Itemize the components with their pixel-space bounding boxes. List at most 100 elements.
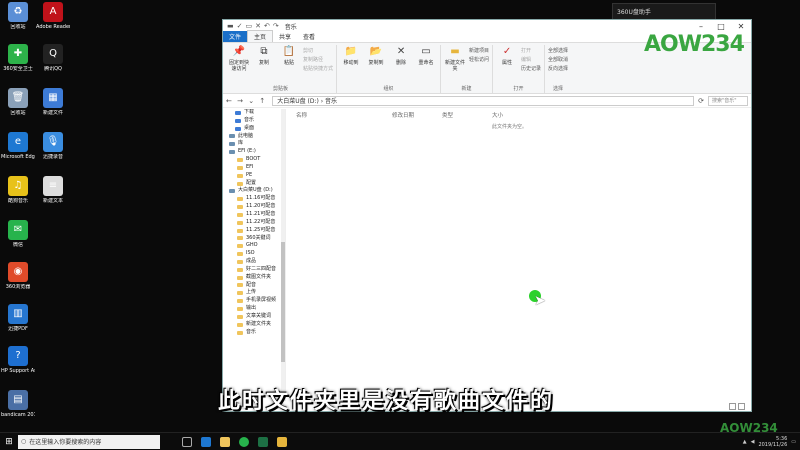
- tree-item[interactable]: 成品: [223, 258, 285, 266]
- desktop-icon[interactable]: ♫ 酷狗音乐: [1, 176, 35, 204]
- column-modified[interactable]: 修改日期: [392, 111, 442, 119]
- copy-button[interactable]: ⧉ 复制: [253, 45, 275, 85]
- desktop-icon[interactable]: ◉ 360浏览器: [1, 262, 35, 290]
- desktop-icon[interactable]: 🎙 迅捷录音: [36, 132, 70, 160]
- open-button[interactable]: 打开: [521, 47, 541, 54]
- task-view-icon[interactable]: [182, 436, 192, 447]
- paste-shortcut-button[interactable]: 粘贴快捷方式: [303, 65, 333, 72]
- new-folder-button[interactable]: ▬ 新建文件夹: [444, 45, 466, 85]
- tree-item[interactable]: 手机录屏视频: [223, 297, 285, 305]
- desktop-icon[interactable]: A Adobe Reader XI: [36, 2, 70, 30]
- address-input[interactable]: 大白菜U盘 (D:) › 音乐: [272, 95, 695, 106]
- desktop-icon[interactable]: ✉ 微信: [1, 220, 35, 248]
- close-x-icon[interactable]: ✕: [255, 22, 261, 30]
- excel-icon[interactable]: [258, 436, 268, 447]
- file-explorer-taskbar-icon[interactable]: [220, 436, 230, 447]
- notification-icon[interactable]: ▭: [791, 439, 796, 445]
- large-icons-view-icon[interactable]: [738, 403, 745, 410]
- redo-icon[interactable]: ↷: [273, 22, 279, 30]
- tree-item[interactable]: 11.16可配音: [223, 195, 285, 203]
- paste-button[interactable]: 📋 粘贴: [278, 45, 300, 85]
- new-item-button[interactable]: 新建项目: [469, 47, 489, 54]
- desktop-icon[interactable]: ▥ 迅捷PDF: [1, 304, 35, 332]
- invert-selection-button[interactable]: 反向选择: [548, 65, 568, 72]
- select-none-button[interactable]: 全部取消: [548, 56, 568, 63]
- folder-taskbar-icon[interactable]: [277, 436, 287, 447]
- desktop-icon[interactable]: Q 腾讯QQ: [36, 44, 70, 72]
- tab-share[interactable]: 共享: [273, 31, 297, 42]
- tree-item[interactable]: EFI (E:): [223, 148, 285, 156]
- tree-item[interactable]: 桌面: [223, 125, 285, 133]
- tree-item[interactable]: 音乐: [223, 117, 285, 125]
- close-icon[interactable]: ✕: [731, 22, 751, 31]
- copy-path-button[interactable]: 复制路径: [303, 56, 333, 63]
- clock[interactable]: 5:36 2019/11/26: [758, 436, 787, 448]
- refresh-icon[interactable]: ⟳: [698, 97, 704, 105]
- tree-item[interactable]: 音乐: [223, 329, 285, 337]
- tree-item[interactable]: 好二三四配音: [223, 266, 285, 274]
- delete-button[interactable]: ✕ 删除: [390, 45, 412, 85]
- chevron-down-icon[interactable]: ⌄: [248, 97, 254, 105]
- tab-view[interactable]: 查看: [297, 31, 321, 42]
- navigation-pane: 下载 音乐 桌面 此电脑库 EFI (E:) BOOT EFI PE 配置 大白菜U盘 (D:) 1…: [223, 109, 286, 401]
- rename-button[interactable]: ▭ 重命名: [415, 45, 437, 85]
- easy-access-button[interactable]: 轻松访问: [469, 56, 489, 63]
- network-icon[interactable]: ▲: [743, 439, 747, 445]
- tree-item[interactable]: 11.25可配音: [223, 227, 285, 235]
- tree-item[interactable]: GHO: [223, 242, 285, 250]
- tree-item[interactable]: 360关键词: [223, 235, 285, 243]
- desktop-icon[interactable]: ? HP Support Assistant: [1, 346, 35, 374]
- scrollbar-thumb[interactable]: [281, 242, 285, 362]
- windows-start-icon[interactable]: ⊞: [0, 437, 18, 447]
- move-to-button[interactable]: 📁 移动到: [340, 45, 362, 85]
- search-input[interactable]: 搜索"音乐": [708, 95, 748, 106]
- desktop-icon[interactable]: ▦ 新建文件: [36, 88, 70, 116]
- tree-item[interactable]: PE: [223, 172, 285, 180]
- history-button[interactable]: 历史记录: [521, 65, 541, 72]
- up-icon[interactable]: ↑: [259, 97, 265, 105]
- cut-button[interactable]: 剪切: [303, 47, 333, 54]
- desktop-icon[interactable]: ♻ 回收站: [1, 2, 35, 30]
- back-icon[interactable]: ←: [226, 97, 232, 105]
- properties-icon[interactable]: ✓: [237, 22, 243, 30]
- maximize-icon[interactable]: □: [711, 22, 731, 31]
- column-type[interactable]: 类型: [442, 111, 492, 119]
- tree-item[interactable]: 文章关键词: [223, 313, 285, 321]
- tab-home[interactable]: 主页: [247, 30, 274, 42]
- desktop-icon[interactable]: e Microsoft Edge: [1, 132, 35, 160]
- tree-item[interactable]: EFI: [223, 164, 285, 172]
- desktop-icon[interactable]: ▤ bandicam 2019-11-26: [1, 390, 35, 418]
- desktop-icon[interactable]: ≡ 新建文本: [36, 176, 70, 204]
- tree-item[interactable]: BOOT: [223, 156, 285, 164]
- tree-item[interactable]: 输出: [223, 305, 285, 313]
- properties-button[interactable]: ✓ 属性: [496, 45, 518, 85]
- minimize-icon[interactable]: –: [691, 22, 711, 31]
- tree-item[interactable]: 库: [223, 140, 285, 148]
- taskbar-search[interactable]: ○ 在这里输入你要搜索的内容: [18, 434, 160, 449]
- volume-icon[interactable]: ◀: [751, 439, 755, 445]
- select-all-button[interactable]: 全部选择: [548, 47, 568, 54]
- tree-item[interactable]: 11.21可配音: [223, 211, 285, 219]
- nav-scrollbar[interactable]: [281, 109, 285, 401]
- tree-item[interactable]: 截图文件夹: [223, 274, 285, 282]
- details-view-icon[interactable]: [729, 403, 736, 410]
- tree-item[interactable]: 11.20可配音: [223, 203, 285, 211]
- column-size[interactable]: 大小: [492, 111, 532, 119]
- copy-to-button[interactable]: 📂 复制到: [365, 45, 387, 85]
- desktop-icon[interactable]: 🗑 回收站: [1, 88, 35, 116]
- tab-file[interactable]: 文件: [223, 31, 248, 42]
- tree-item[interactable]: 此电脑: [223, 133, 285, 141]
- pin-quick-access-button[interactable]: 📌 固定到快速访问: [228, 45, 250, 85]
- new-folder-icon[interactable]: ▭: [246, 22, 253, 30]
- tree-item[interactable]: ISO: [223, 250, 285, 258]
- edit-button[interactable]: 编辑: [521, 56, 541, 63]
- desktop-icon[interactable]: ✚ 360安全卫士: [1, 44, 35, 72]
- tree-item[interactable]: 11.22可配音: [223, 219, 285, 227]
- tree-item[interactable]: 新建文件夹: [223, 321, 285, 329]
- forward-icon[interactable]: →: [237, 97, 243, 105]
- column-name[interactable]: 名称: [286, 111, 392, 119]
- undo-icon[interactable]: ↶: [264, 22, 270, 30]
- tree-item[interactable]: 下载: [223, 109, 285, 117]
- wechat-taskbar-icon[interactable]: [239, 436, 249, 447]
- edge-icon[interactable]: [201, 436, 211, 447]
